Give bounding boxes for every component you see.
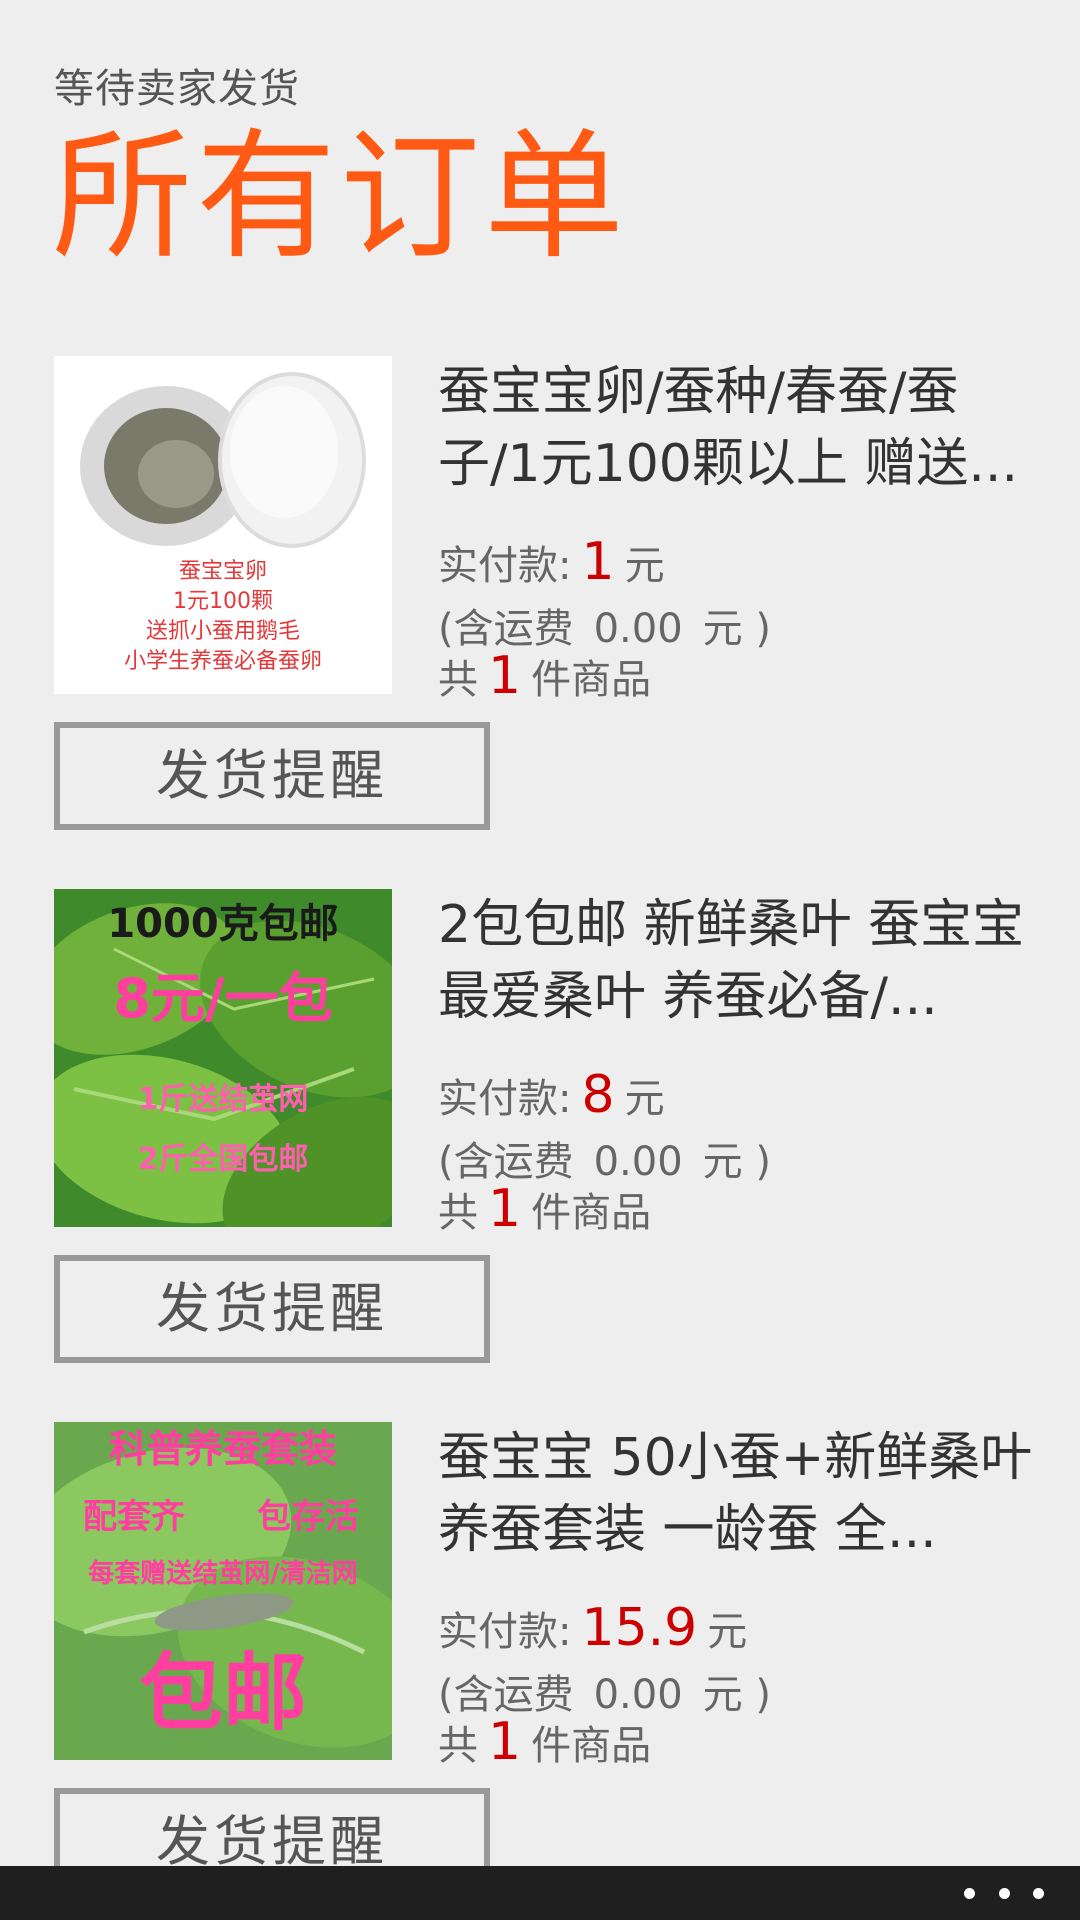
- product-name[interactable]: 蚕宝宝 50小蚕+新鲜桑叶 养蚕套装 一龄蚕 全...: [438, 1422, 1038, 1566]
- paid-amount-line: 实付款: 15.9 元: [438, 1598, 747, 1658]
- shipping-suffix: 元 ): [702, 606, 771, 652]
- currency-unit: 元: [624, 1076, 665, 1122]
- app-bar: [0, 1866, 1080, 1920]
- shipping-suffix: 元 ): [702, 1672, 771, 1718]
- page-title: 所有订单: [52, 116, 629, 279]
- image-caption: 1元100颗: [173, 589, 273, 614]
- image-caption: 2斤全国包邮: [138, 1142, 309, 1177]
- paid-amount-line: 实付款: 1 元: [438, 532, 665, 592]
- item-count: 1: [488, 1712, 522, 1772]
- product-thumbnail[interactable]: 蚕宝宝卵 1元100颗 送抓小蚕用鹅毛 小学生养蚕必备蚕卵: [54, 356, 392, 694]
- count-suffix: 件商品: [531, 657, 652, 703]
- paid-amount: 15.9: [581, 1598, 698, 1658]
- image-caption: 8元/一包: [113, 967, 332, 1030]
- image-caption: 小学生养蚕必备蚕卵: [124, 649, 322, 674]
- paid-amount-line: 实付款: 8 元: [438, 1065, 665, 1125]
- paid-amount: 8: [581, 1065, 615, 1125]
- paid-label: 实付款:: [438, 1609, 572, 1655]
- item-count: 1: [488, 1179, 522, 1239]
- item-count-line: 共 1 件商品: [438, 1179, 651, 1239]
- product-name[interactable]: 蚕宝宝卵/蚕种/春蚕/蚕子/1元100颗以上 赠送...: [438, 356, 1038, 500]
- count-prefix: 共: [438, 1190, 478, 1236]
- currency-unit: 元: [624, 543, 665, 589]
- paid-label: 实付款:: [438, 1076, 572, 1122]
- paid-amount: 1: [581, 532, 615, 592]
- shipping-suffix: 元 ): [702, 1139, 771, 1185]
- count-prefix: 共: [438, 657, 478, 703]
- image-caption: 包存活: [257, 1497, 359, 1537]
- dot: [964, 1887, 975, 1899]
- paid-label: 实付款:: [438, 543, 572, 589]
- item-count-line: 共 1 件商品: [438, 646, 651, 706]
- product-thumbnail[interactable]: 1000克包邮 8元/一包 1斤送结茧网 2斤全国包邮: [54, 889, 392, 1227]
- image-caption: 1斤送结茧网: [138, 1082, 309, 1117]
- product-thumbnail[interactable]: 科普养蚕套装 配套齐 包存活 每套赠送结茧网/清洁网 包邮: [54, 1422, 392, 1760]
- image-caption: 蚕宝宝卵: [179, 559, 267, 584]
- currency-unit: 元: [707, 1609, 748, 1655]
- count-prefix: 共: [438, 1723, 478, 1769]
- dot: [1033, 1887, 1044, 1899]
- item-count-line: 共 1 件商品: [438, 1712, 651, 1772]
- dot: [998, 1887, 1010, 1899]
- image-caption: 科普养蚕套装: [109, 1427, 337, 1471]
- remind-shipping-button[interactable]: 发货提醒: [54, 1255, 490, 1363]
- remind-shipping-button[interactable]: 发货提醒: [54, 722, 490, 830]
- orders-page: 等待卖家发货 所有订单 蚕宝宝卵 1元100颗 送抓小蚕用鹅毛 小学生养蚕必备蚕…: [0, 0, 1080, 1920]
- image-caption: 每套赠送结茧网/清洁网: [88, 1558, 358, 1589]
- count-suffix: 件商品: [531, 1723, 652, 1769]
- count-suffix: 件商品: [531, 1190, 652, 1236]
- image-caption: 1000克包邮: [107, 901, 338, 947]
- page-subtitle: 等待卖家发货: [54, 66, 300, 112]
- more-dots-icon[interactable]: [964, 1880, 1044, 1906]
- image-caption: 包邮: [139, 1644, 307, 1742]
- image-caption: 送抓小蚕用鹅毛: [146, 619, 300, 644]
- product-name[interactable]: 2包包邮 新鲜桑叶 蚕宝宝最爱桑叶 养蚕必备/...: [438, 889, 1038, 1033]
- image-caption: 配套齐: [83, 1497, 185, 1537]
- item-count: 1: [488, 646, 522, 706]
